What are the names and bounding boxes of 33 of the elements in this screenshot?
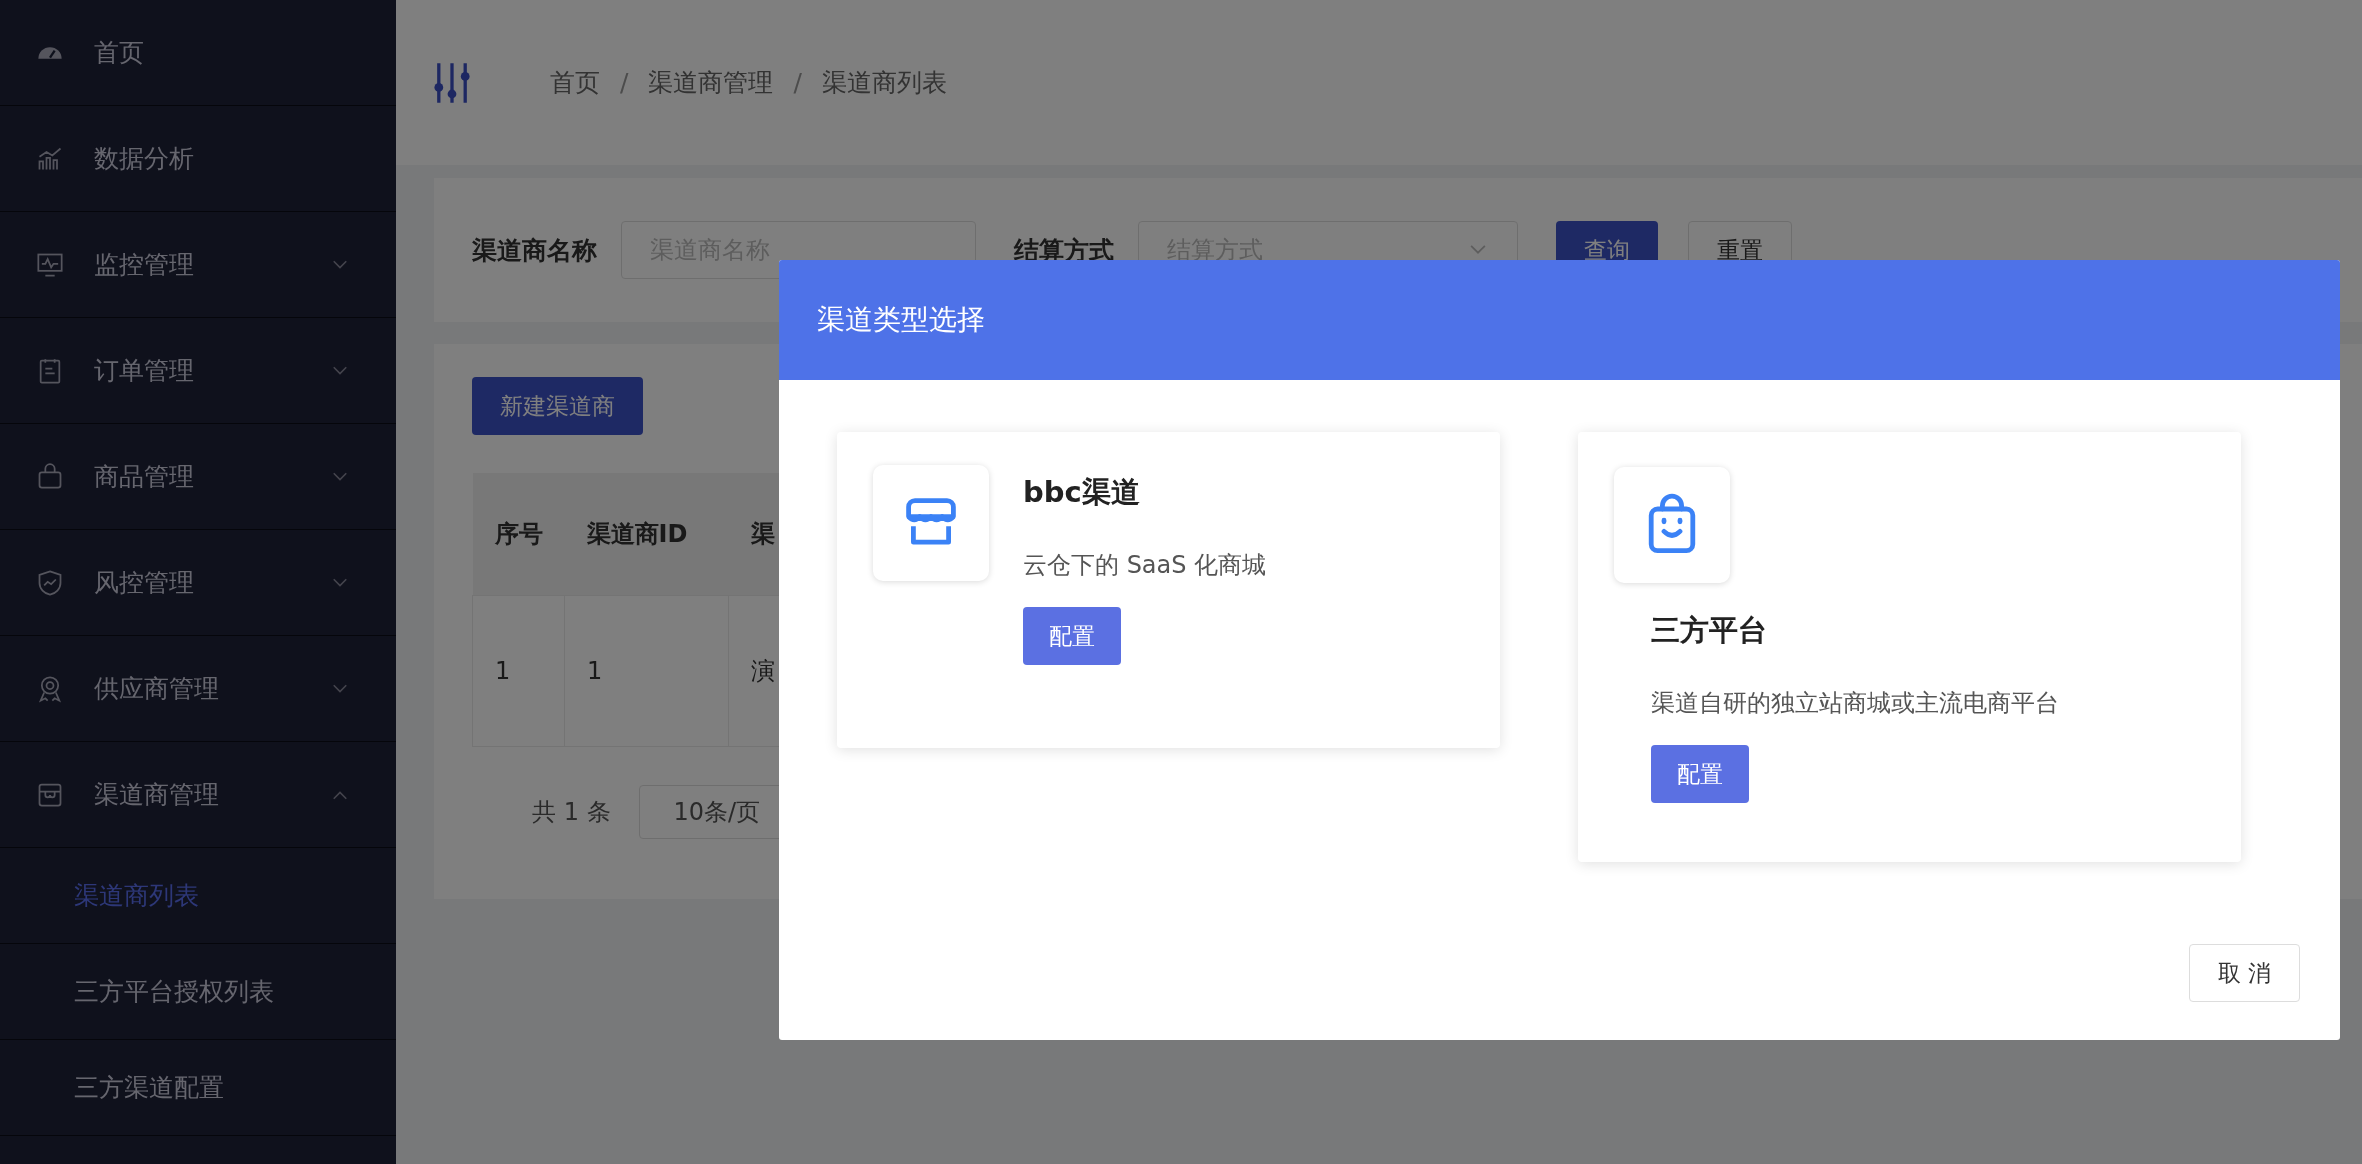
award-icon [36,674,64,703]
breadcrumb-item[interactable]: 渠道商管理 [648,66,774,99]
option-title: bbc渠道 [1023,474,1140,511]
configure-button[interactable]: 配置 [1651,745,1749,803]
column-header: 序号 [472,473,565,596]
option-description: 渠道自研的独立站商城或主流电商平台 [1651,688,2059,719]
breadcrumb-item[interactable]: 首页 [550,66,600,99]
table-cell: 1 [564,595,729,747]
menu-item[interactable]: 风控管理 [0,530,396,636]
submenu-item[interactable]: 三方渠道配置 [0,1040,396,1136]
breadcrumb-separator: / [620,68,629,97]
menu-item[interactable]: 供应商管理 [0,636,396,742]
breadcrumb-item[interactable]: 渠道商列表 [821,66,947,99]
menu-item[interactable]: 商品管理 [0,424,396,530]
shield-icon [36,568,64,597]
submenu-item[interactable]: 渠道商列表 [0,848,396,944]
column-header: 渠道商ID [564,473,729,596]
menu-item[interactable]: 监控管理 [0,212,396,318]
menu-item[interactable]: 数据分析 [0,106,396,212]
submenu-item[interactable]: 三方平台授权列表 [0,944,396,1040]
dialog-title: 渠道类型选择 [817,302,985,338]
bag-icon [36,462,64,491]
option-title: 三方平台 [1651,612,1767,649]
option-description: 云仓下的 SaaS 化商城 [1023,550,1267,581]
new-button[interactable]: 新建渠道商 [472,377,643,435]
breadcrumb-separator: / [793,68,802,97]
menu-item[interactable]: 渠道商管理 [0,742,396,848]
menu-item[interactable]: 订单管理 [0,318,396,424]
configure-button[interactable]: 配置 [1023,607,1121,665]
total-count: 共 1 条 [532,797,611,828]
field-label: 渠道商名称 [472,234,597,267]
cancel-button[interactable]: 取 消 [2188,944,2300,1002]
table-cell: 1 [472,595,565,747]
